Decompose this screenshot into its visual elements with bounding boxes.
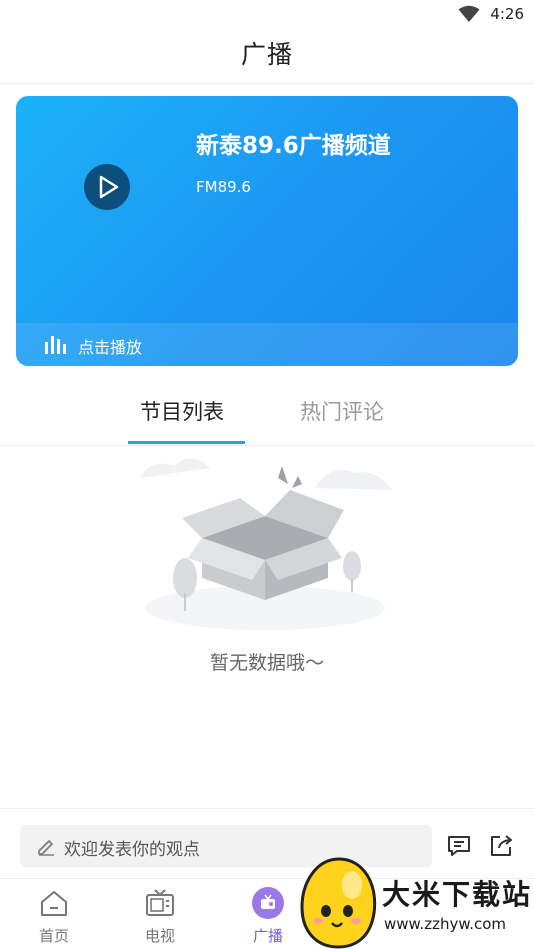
status-time: 4:26	[490, 5, 524, 23]
page-title: 广播	[240, 40, 293, 69]
tab-hot-comments[interactable]: 热门评论	[300, 396, 384, 426]
play-icon	[99, 175, 119, 199]
nav-tv[interactable]: 电视	[130, 887, 190, 946]
nav-radio[interactable]: 广播	[238, 887, 298, 946]
watermark-brand: 大米下载站	[382, 878, 533, 911]
empty-state-text: 暂无数据哦～	[209, 652, 324, 674]
nav-home[interactable]: 首页	[24, 887, 84, 946]
title-bar: 广播	[0, 30, 534, 84]
mascot-icon	[300, 857, 377, 949]
status-bar: 4:26	[0, 0, 534, 30]
nav-tv-label: 电视	[144, 927, 175, 945]
watermark-url: www.zzhyw.com	[384, 915, 507, 933]
empty-box-icon	[130, 448, 400, 638]
play-button[interactable]	[84, 164, 130, 210]
click-play-strip[interactable]: 点击播放	[16, 323, 518, 366]
comment-placeholder: 欢迎发表你的观点	[64, 840, 200, 860]
tv-icon	[146, 889, 174, 916]
nav-home-label: 首页	[38, 927, 69, 945]
channel-frequency: FM89.6	[196, 178, 251, 196]
nav-radio-label: 广播	[252, 927, 283, 945]
active-tab-indicator	[128, 441, 245, 444]
home-icon	[41, 891, 67, 916]
player-card[interactable]: 新泰89.6广播频道 FM89.6 点击播放	[16, 96, 518, 366]
tab-program-list[interactable]: 节目列表	[140, 396, 224, 426]
watermark: 大米下载站 www.zzhyw.com	[294, 855, 534, 949]
content-tabs: 节目列表 热门评论	[0, 384, 534, 446]
wifi-icon	[458, 5, 480, 27]
channel-name: 新泰89.6广播频道	[196, 133, 391, 159]
audio-bars-icon	[44, 333, 66, 359]
pen-icon	[36, 836, 56, 860]
click-play-label: 点击播放	[78, 338, 143, 357]
radio-icon	[252, 887, 284, 919]
